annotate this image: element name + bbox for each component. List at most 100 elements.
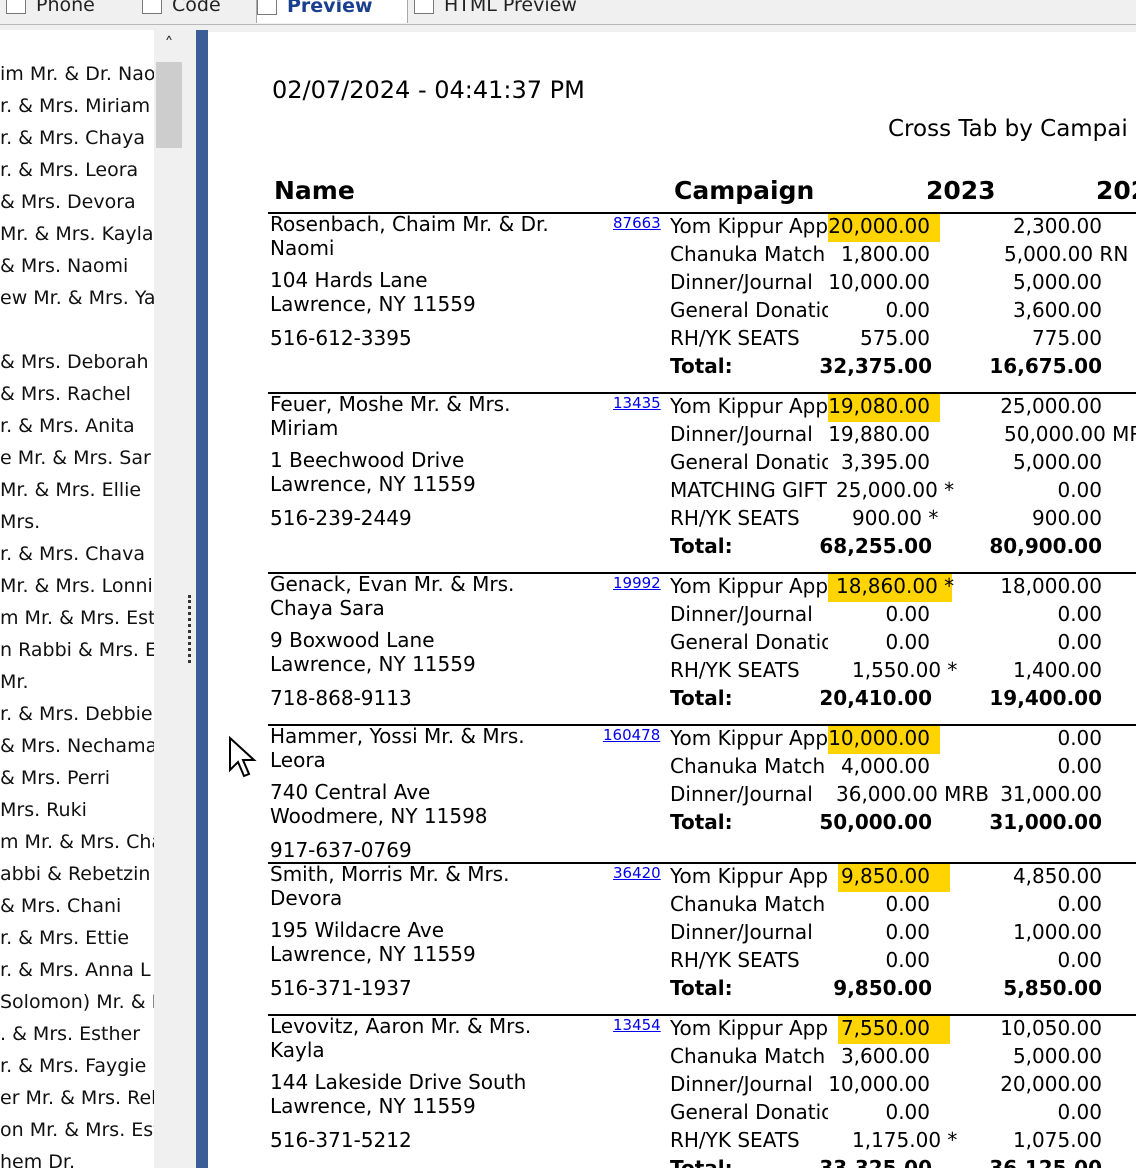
list-item[interactable]: r. & Mrs. Anna L [0, 956, 151, 988]
total-2023: 50,000.00 [819, 810, 932, 834]
tab-icon [142, 0, 162, 14]
tab-phone[interactable]: Phone [6, 0, 136, 22]
list-item[interactable]: r. & Mrs. Miriam [0, 92, 150, 124]
list-item[interactable]: Mr. & Mrs. Ellie [0, 476, 141, 508]
list-item[interactable]: Mrs. [0, 508, 40, 540]
list-item[interactable]: n Rabbi & Mrs. E [0, 636, 154, 668]
list-item[interactable]: er Mr. & Mrs. Reb [0, 1084, 154, 1116]
donor-city: Lawrence, NY 11559 [270, 1094, 476, 1118]
amount-2023-value: 9,850.00 [840, 864, 930, 888]
list-item[interactable]: abbi & Rebetzin [0, 860, 150, 892]
list-item[interactable]: & Mrs. Perri [0, 764, 110, 796]
donor-address: 740 Central Ave [270, 780, 431, 804]
tab-label: Preview [287, 0, 373, 17]
header-year-2023: 2023 [926, 176, 996, 205]
amount-2023-value: 18,860.00 * [836, 574, 955, 598]
tab-label: Phone [36, 0, 95, 16]
donor-name-cont: Devora [270, 886, 343, 910]
amount-2023-value: 0.00 [885, 920, 930, 944]
list-item[interactable]: m Mr. & Mrs. Cha [0, 828, 154, 860]
list-item[interactable]: & Mrs. Nechama [0, 732, 154, 764]
donor-name: Hammer, Yossi Mr. & Mrs. [270, 724, 525, 748]
header-campaign: Campaign [674, 176, 815, 205]
list-item[interactable]: Mrs. Ruki [0, 796, 87, 828]
list-item[interactable]: im Mr. & Dr. Nao [0, 60, 154, 92]
donor-id-link[interactable]: 13454 [613, 1016, 661, 1034]
tab-preview[interactable]: Preview [256, 0, 408, 23]
list-item[interactable]: & Mrs. Devora [0, 188, 136, 220]
total-2024: 31,000.00 [989, 810, 1102, 834]
amount-2023-value: 3,600.00 [840, 1044, 930, 1068]
list-item[interactable]: & Mrs. Chani [0, 892, 121, 924]
campaign-name: Dinner/Journal [670, 422, 813, 446]
amount-2024-value: 0.00 [1057, 948, 1102, 972]
list-item[interactable]: r. & Mrs. Leora [0, 156, 138, 188]
campaign-name: Dinner/Journal [670, 1072, 813, 1096]
campaign-name: Yom Kippur App [670, 214, 828, 238]
list-item[interactable]: & Mrs. Deborah [0, 348, 149, 380]
list-scrollbar[interactable]: ˄ [154, 30, 184, 1168]
list-item[interactable]: Mr. & Mrs. Kayla [0, 220, 154, 252]
total-2023: 68,255.00 [819, 534, 932, 558]
amount-2024-value: 0.00 [1057, 754, 1102, 778]
list-item[interactable]: Mr. [0, 668, 29, 700]
total-2023: 9,850.00 [833, 976, 932, 1000]
list-item[interactable]: r. & Mrs. Debbie [0, 700, 153, 732]
donor-id-link[interactable]: 36420 [613, 864, 661, 882]
list-item[interactable]: hem Dr. [0, 1148, 75, 1168]
donor-name-cont: Leora [270, 748, 326, 772]
donor-list[interactable]: im Mr. & Dr. Nao r. & Mrs. Miriam r. & Mrs… [0, 30, 154, 1168]
scroll-thumb[interactable] [156, 62, 182, 148]
list-item[interactable]: Mr. & Mrs. Lonni [0, 572, 153, 604]
donor-name: Levovitz, Aaron Mr. & Mrs. [270, 1014, 532, 1038]
mouse-cursor-icon [229, 736, 257, 778]
campaign-name: RH/YK SEATS [670, 1128, 800, 1152]
donor-id-link[interactable]: 160478 [603, 726, 660, 744]
tab-label: Code [172, 0, 221, 16]
campaign-name: RH/YK SEATS [670, 506, 800, 530]
amount-2024-value: 2,300.00 [1012, 214, 1102, 238]
list-item[interactable]: r. & Mrs. Faygie [0, 1052, 146, 1084]
tab-html-preview[interactable]: HTML Preview [414, 0, 634, 22]
donor-name-cont: Kayla [270, 1038, 325, 1062]
donor-phone: 917-637-0769 [270, 838, 412, 862]
list-item[interactable]: & Mrs. Naomi [0, 252, 128, 284]
donor-address: 9 Boxwood Lane [270, 628, 435, 652]
amount-2024-value: 10,050.00 [1000, 1016, 1102, 1040]
list-item[interactable]: Solomon) Mr. & I [0, 988, 154, 1020]
donor-phone: 516-371-5212 [270, 1128, 412, 1152]
tab-code[interactable]: Code [142, 0, 250, 22]
list-item[interactable]: r. & Mrs. Chaya [0, 124, 145, 156]
donor-name: Rosenbach, Chaim Mr. & Dr. [270, 212, 549, 236]
donor-address: 104 Hards Lane [270, 268, 428, 292]
donor-id-link[interactable]: 19992 [613, 574, 661, 592]
list-item[interactable]: r. & Mrs. Ettie [0, 924, 129, 956]
donor-id-link[interactable]: 87663 [613, 214, 661, 232]
campaign-name: Yom Kippur App [670, 726, 828, 750]
amount-2024-value: 1,000.00 [1012, 920, 1102, 944]
splitter-grip-icon[interactable] [188, 595, 194, 663]
amount-2024-value: 5,000.00 [1012, 1044, 1102, 1068]
campaign-name: Yom Kippur App [670, 394, 828, 418]
list-item[interactable]: ew Mr. & Mrs. Ya [0, 284, 154, 316]
amount-2024-value: 0.00 [1057, 602, 1102, 626]
donor-phone: 516-239-2449 [270, 506, 412, 530]
list-item[interactable]: m Mr. & Mrs. Est [0, 604, 154, 636]
donor-id-link[interactable]: 13435 [613, 394, 661, 412]
scroll-up-icon[interactable]: ˄ [154, 30, 184, 60]
donor-city: Lawrence, NY 11559 [270, 942, 476, 966]
list-item[interactable]: & Mrs. Rachel [0, 380, 131, 412]
list-item[interactable]: r. & Mrs. Chava [0, 540, 145, 572]
amount-2024-value: 0.00 [1057, 478, 1102, 502]
total-label: Total: [670, 686, 733, 710]
list-item[interactable]: . & Mrs. Esther [0, 1020, 140, 1052]
list-item[interactable]: r. & Mrs. Anita [0, 412, 135, 444]
header-year-next: 202 [1096, 176, 1136, 205]
list-item[interactable]: on Mr. & Mrs. Est [0, 1116, 154, 1148]
list-item[interactable]: e Mr. & Mrs. Sar [0, 444, 151, 476]
amount-2024-value: 25,000.00 [1000, 394, 1102, 418]
amount-2023-value: 0.00 [885, 602, 930, 626]
amount-2023-value: 0.00 [885, 298, 930, 322]
page-border [196, 30, 208, 1168]
amount-2024-value: 0.00 [1057, 630, 1102, 654]
